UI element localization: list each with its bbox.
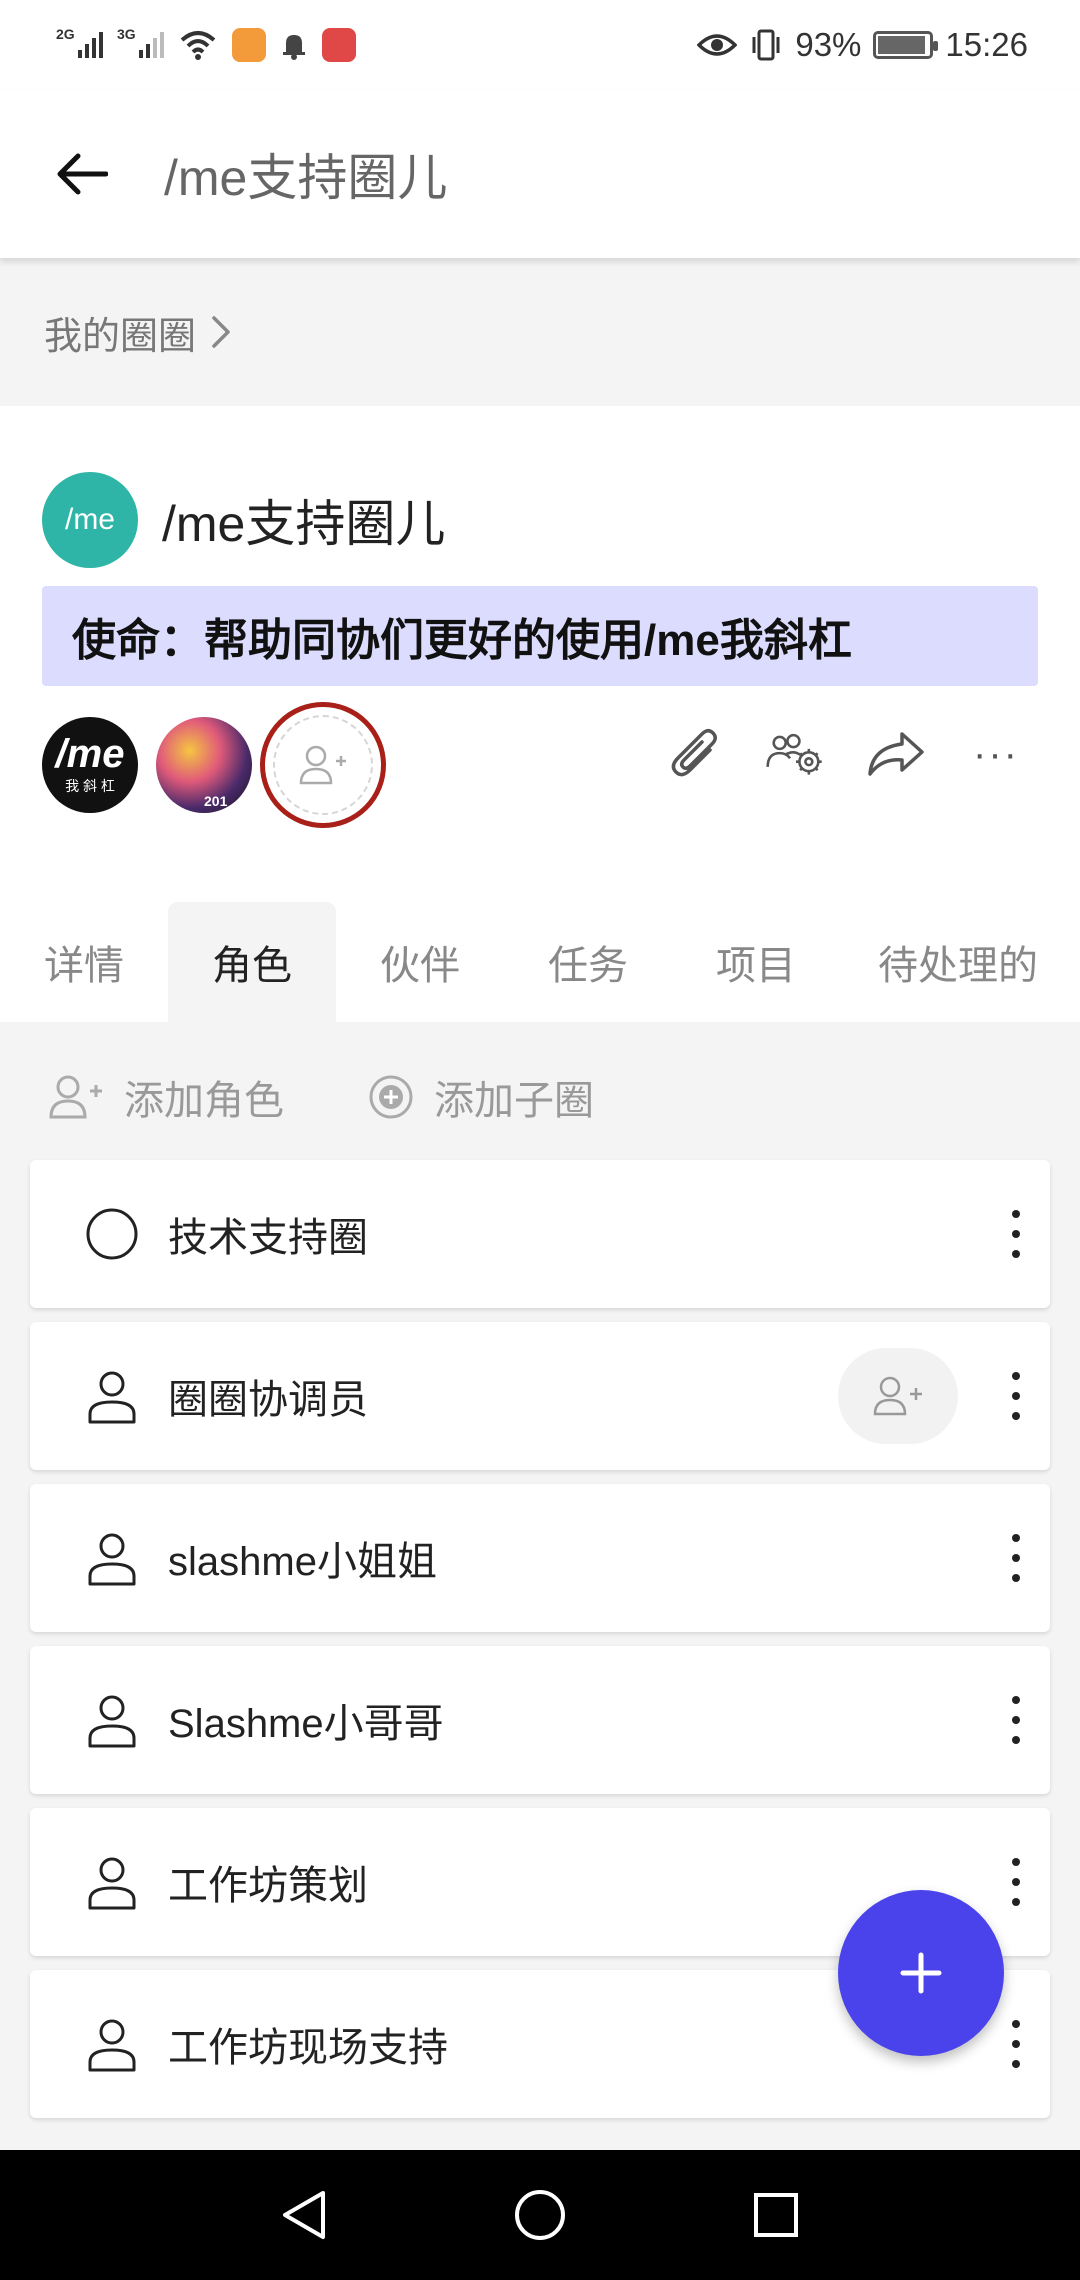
circle-title-row: /me /me支持圈儿 (42, 472, 445, 568)
arrow-left-icon (57, 153, 108, 195)
paperclip-icon (671, 729, 717, 777)
person-icon (82, 2014, 142, 2074)
share-arrow-icon (868, 732, 924, 776)
breadcrumb[interactable]: 我的圈圈 (0, 258, 1080, 406)
battery-icon (873, 31, 939, 59)
nav-back-button[interactable] (276, 2187, 332, 2243)
nav-recents-button[interactable] (748, 2187, 804, 2243)
bell-icon (283, 35, 305, 60)
item-menu-button[interactable] (1006, 1366, 1026, 1426)
role-label: 工作坊策划 (168, 1864, 368, 1908)
add-fab-button[interactable] (838, 1890, 1004, 2056)
circle-name: /me支持圈儿 (162, 496, 446, 552)
system-nav-bar (0, 2150, 1080, 2280)
net-type-2: 3G (117, 26, 136, 42)
mission-banner: 使命：帮助同协们更好的使用/me我斜杠 (42, 586, 1038, 686)
app-notification-icon (232, 28, 266, 62)
group-settings-button[interactable] (766, 724, 826, 784)
avatar[interactable]: 201 (156, 717, 252, 813)
book-app-icon (322, 28, 356, 62)
add-subcircle-label: 添加子圈 (434, 1079, 594, 1123)
list-item[interactable]: 圈圈协调员 (30, 1322, 1050, 1470)
assign-member-button[interactable] (838, 1348, 958, 1444)
tab-bar: 详情 角色 伙伴 任务 项目 待处理的 (0, 902, 1080, 1022)
list-item[interactable]: 技术支持圈 (30, 1160, 1050, 1308)
add-person-icon (49, 1075, 102, 1119)
add-circle-icon (369, 1075, 413, 1119)
add-person-icon (873, 1376, 922, 1416)
circle-logo: /me (42, 472, 138, 568)
role-label: 技术支持圈 (168, 1216, 368, 1260)
avatar-logo-subtext: 我 斜 杠 (65, 778, 115, 794)
person-icon (82, 1528, 142, 1588)
person-icon (82, 1366, 142, 1426)
signal-2g-icon: 2G (56, 26, 103, 58)
battery-percent: 93% (795, 26, 862, 63)
attachment-button[interactable] (666, 724, 726, 784)
list-item[interactable]: slashme小姐姐 (30, 1484, 1050, 1632)
signal-3g-icon: 3G (117, 26, 164, 58)
add-member-highlight (260, 702, 386, 828)
back-button[interactable] (52, 144, 112, 204)
share-button[interactable] (866, 724, 926, 784)
tab-roles[interactable]: 角色 (168, 902, 336, 1022)
tab-partners[interactable]: 伙伴 (336, 902, 504, 1022)
tab-tasks[interactable]: 任务 (504, 902, 672, 1022)
add-member-button[interactable] (273, 715, 373, 815)
item-menu-button[interactable] (1006, 1204, 1026, 1264)
net-type-1: 2G (56, 26, 75, 42)
member-avatars: /me 我 斜 杠 201 (42, 702, 386, 828)
item-menu-button[interactable] (1006, 1690, 1026, 1750)
add-person-icon (299, 745, 346, 785)
wifi-icon (180, 31, 216, 60)
vibrate-icon (752, 29, 780, 61)
avatar-logo-text: /me (55, 732, 125, 776)
avatar-caption: 201 (204, 793, 228, 809)
avatar[interactable]: /me 我 斜 杠 (42, 717, 138, 813)
add-role-label: 添加角色 (124, 1079, 284, 1123)
chevron-right-icon (212, 316, 230, 348)
group-settings-icon (766, 733, 822, 775)
item-menu-button[interactable] (1006, 2014, 1026, 2074)
app-bar: /me支持圈儿 (0, 90, 1080, 258)
page-title: /me支持圈儿 (164, 150, 448, 206)
nav-home-button[interactable] (512, 2187, 568, 2243)
add-role-button[interactable]: 添加角色 (48, 1068, 284, 1126)
list-item[interactable]: Slashme小哥哥 (30, 1646, 1050, 1794)
circle-actions: ··· (666, 724, 1026, 784)
add-subcircle-button[interactable]: 添加子圈 (368, 1068, 594, 1126)
clock: 15:26 (945, 26, 1028, 63)
tab-projects[interactable]: 项目 (672, 902, 840, 1022)
circle-icon (82, 1204, 142, 1264)
status-left: 2G 3G (56, 26, 356, 62)
status-bar: 2G 3G 93% 15:26 (0, 0, 1080, 90)
person-icon (82, 1852, 142, 1912)
plus-icon (900, 1952, 942, 1994)
breadcrumb-label: 我的圈圈 (44, 315, 197, 358)
eye-comfort-icon (697, 34, 738, 56)
circle-home-icon (515, 2190, 565, 2240)
role-label: 圈圈协调员 (168, 1378, 368, 1422)
add-actions-row: 添加角色 添加子圈 (0, 1022, 1080, 1172)
item-menu-button[interactable] (1006, 1852, 1026, 1912)
square-recents-icon (754, 2193, 798, 2237)
role-label: slashme小姐姐 (168, 1540, 437, 1584)
person-icon (82, 1690, 142, 1750)
role-label: Slashme小哥哥 (168, 1702, 444, 1746)
triangle-back-icon (283, 2191, 325, 2239)
status-right: 93% 15:26 (697, 26, 1028, 64)
role-label: 工作坊现场支持 (168, 2026, 448, 2070)
more-options-button[interactable]: ··· (966, 724, 1026, 784)
tab-pending[interactable]: 待处理的 (840, 902, 1060, 1022)
tab-details[interactable]: 详情 (0, 902, 168, 1022)
item-menu-button[interactable] (1006, 1528, 1026, 1588)
